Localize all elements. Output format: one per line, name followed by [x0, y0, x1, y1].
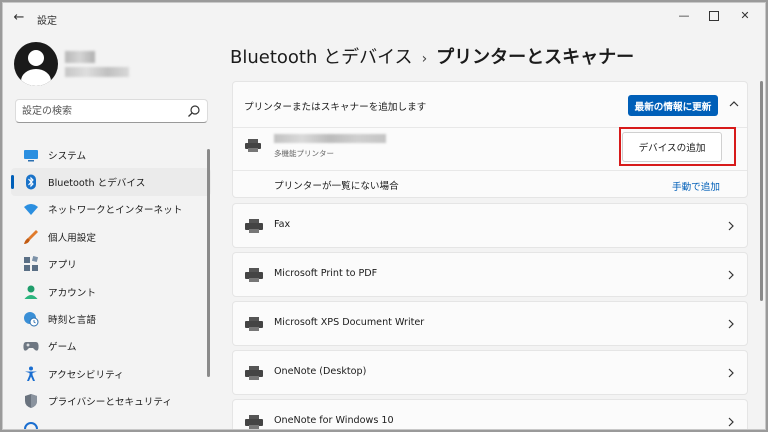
sidebar-scrollbar[interactable]: [207, 149, 210, 377]
close-button[interactable]: ✕: [734, 7, 756, 25]
printer-name: Fax: [274, 219, 291, 230]
add-printer-card: プリンターまたはスキャナーを追加します 最新の情報に更新 多機能プリンター デバ…: [232, 81, 748, 198]
chevron-right-icon: [728, 319, 734, 329]
content-scrollbar[interactable]: [760, 81, 763, 301]
divider: [233, 170, 747, 171]
avatar-body: [21, 69, 51, 86]
printer-icon: [245, 317, 263, 331]
breadcrumb-parent[interactable]: Bluetooth とデバイス: [230, 47, 413, 68]
sidebar-item-label: 個人用設定: [48, 232, 96, 244]
globe-clock-icon: [24, 312, 39, 327]
wifi-icon: [24, 204, 38, 216]
avatar-head: [28, 50, 44, 66]
sidebar-item-apps[interactable]: アプリ: [11, 251, 211, 278]
printer-not-listed-label: プリンターが一覧にない場合: [274, 181, 399, 192]
sidebar-item-system[interactable]: システム: [11, 141, 211, 168]
sidebar-item-time-language[interactable]: 時刻と言語: [11, 305, 211, 332]
printer-name: OneNote (Desktop): [274, 366, 367, 377]
update-icon: [24, 421, 38, 429]
chevron-right-icon: [728, 221, 734, 231]
breadcrumb-separator: ›: [421, 51, 428, 67]
accessibility-icon: [25, 366, 37, 381]
printer-icon: [245, 366, 263, 380]
found-device-name-redacted: [274, 134, 386, 143]
sidebar-item-label: Bluetooth とデバイス: [48, 178, 146, 190]
sidebar-item-label: プライバシーとセキュリティ: [48, 397, 172, 409]
sidebar-item-privacy[interactable]: プライバシーとセキュリティ: [11, 388, 211, 415]
sidebar-item-label: システム: [48, 150, 87, 162]
divider: [233, 127, 747, 128]
person-icon: [24, 285, 38, 299]
found-device-subtitle: 多機能プリンター: [274, 149, 334, 158]
bluetooth-icon: [26, 174, 36, 190]
user-name-redacted: [65, 51, 95, 63]
title-bar: ← 設定 — ✕: [3, 3, 765, 33]
sidebar-item-label: アクセシビリティ: [48, 369, 124, 381]
printer-name: Microsoft Print to PDF: [274, 268, 378, 279]
printer-row-onenote-win10[interactable]: OneNote for Windows 10: [232, 399, 748, 429]
sidebar-item-gaming[interactable]: ゲーム: [11, 333, 211, 360]
sidebar-item-label: ゲーム: [48, 342, 77, 354]
sidebar-item-label: ネットワークとインターネット: [48, 205, 183, 217]
add-device-button[interactable]: デバイスの追加: [622, 132, 722, 162]
app-title: 設定: [37, 16, 57, 27]
display-icon: [24, 149, 38, 162]
chevron-right-icon: [728, 270, 734, 280]
apps-icon: [24, 256, 39, 272]
refresh-button[interactable]: 最新の情報に更新: [628, 95, 718, 116]
search-box[interactable]: [15, 99, 208, 123]
printer-name: Microsoft XPS Document Writer: [274, 317, 425, 328]
breadcrumb: Bluetooth とデバイス › プリンターとスキャナー: [230, 43, 634, 69]
sidebar-item-accounts[interactable]: アカウント: [11, 278, 211, 305]
sidebar-item-personalization[interactable]: 個人用設定: [11, 223, 211, 250]
printer-icon: [245, 219, 263, 233]
printer-row-xps-writer[interactable]: Microsoft XPS Document Writer: [232, 301, 748, 346]
printer-name: OneNote for Windows 10: [274, 415, 394, 426]
brush-icon: [24, 229, 38, 244]
printer-icon: [245, 415, 263, 429]
sidebar-item-network[interactable]: ネットワークとインターネット: [11, 196, 211, 223]
chevron-right-icon: [728, 417, 734, 427]
sidebar-nav: システム Bluetooth とデバイス ネットワークとインターネット 個人用設…: [11, 141, 211, 429]
maximize-icon: [709, 11, 719, 21]
add-printer-header-label: プリンターまたはスキャナーを追加します: [244, 102, 427, 113]
printer-row-fax[interactable]: Fax: [232, 203, 748, 248]
printer-icon: [245, 139, 261, 152]
gamepad-icon: [23, 342, 39, 352]
sidebar-item-windows-update[interactable]: [11, 415, 211, 429]
printer-row-print-to-pdf[interactable]: Microsoft Print to PDF: [232, 252, 748, 297]
sidebar-item-label: アカウント: [48, 287, 96, 299]
sidebar-item-label: アプリ: [48, 260, 77, 272]
sidebar-item-label: 時刻と言語: [48, 315, 96, 327]
maximize-button[interactable]: [703, 7, 725, 25]
back-button[interactable]: ←: [11, 10, 27, 26]
printer-row-onenote-desktop[interactable]: OneNote (Desktop): [232, 350, 748, 395]
shield-icon: [25, 394, 37, 409]
search-input[interactable]: [22, 104, 182, 118]
printer-icon: [245, 268, 263, 282]
settings-window: ← 設定 — ✕ システム Bluetooth: [2, 2, 766, 430]
chevron-up-icon[interactable]: [727, 97, 741, 111]
add-manually-link[interactable]: 手動で追加: [672, 179, 720, 193]
sidebar-item-accessibility[interactable]: アクセシビリティ: [11, 360, 211, 387]
minimize-button[interactable]: —: [673, 7, 695, 25]
page-title: プリンターとスキャナー: [436, 47, 635, 68]
sidebar-item-bluetooth[interactable]: Bluetooth とデバイス: [11, 168, 211, 196]
search-icon: [188, 105, 200, 117]
chevron-right-icon: [728, 368, 734, 378]
user-email-redacted: [65, 67, 129, 77]
avatar[interactable]: [14, 42, 58, 86]
